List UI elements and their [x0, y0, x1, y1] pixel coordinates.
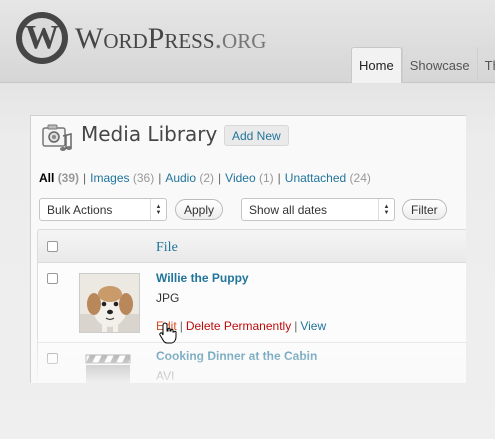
tab-home[interactable]: Home [351, 47, 402, 83]
filter-video[interactable]: Video (1) [225, 171, 274, 185]
media-file-type: AVI [156, 369, 175, 383]
tab-showcase[interactable]: Showcase [401, 47, 477, 83]
main-nav: Home Showcase Th [351, 47, 495, 83]
action-separator: | [294, 319, 298, 333]
filter-audio-label: Audio [165, 171, 197, 185]
filter-images-count: (36) [132, 171, 155, 185]
table-header: File [37, 229, 466, 263]
add-new-button[interactable]: Add New [224, 125, 289, 146]
wordmark-suffix: .org [214, 22, 267, 55]
filter-images[interactable]: Images (36) [90, 171, 154, 185]
filter-all-count: (39) [57, 171, 80, 185]
filter-button[interactable]: Filter [402, 199, 447, 220]
delete-permanently-link[interactable]: Delete Permanently [186, 319, 291, 333]
filter-audio-count: (2) [199, 171, 215, 185]
site-header: W WordPress.org Home Showcase Th [0, 0, 495, 83]
filter-all[interactable]: All (39) [39, 171, 79, 185]
column-file[interactable]: File [156, 240, 178, 256]
video-clapper-icon[interactable] [82, 351, 138, 383]
tab-themes[interactable]: Th [476, 47, 495, 83]
row-checkbox[interactable] [47, 353, 58, 364]
media-thumbnail[interactable] [79, 273, 140, 333]
filter-separator: | [83, 171, 87, 185]
filter-images-label: Images [90, 171, 130, 185]
filter-separator: | [218, 171, 222, 185]
apply-button[interactable]: Apply [175, 199, 224, 220]
filter-unattached[interactable]: Unattached (24) [285, 171, 371, 185]
site-wordmark[interactable]: WordPress.org [75, 22, 266, 56]
media-file-type: JPG [156, 291, 180, 305]
wordmark-main: WordPress [75, 22, 215, 55]
bulk-actions-value: Bulk Actions [47, 202, 113, 217]
page-title: Media Library [81, 122, 218, 146]
filter-unattached-label: Unattached [284, 171, 347, 185]
row-checkbox[interactable] [47, 273, 58, 284]
media-title-link[interactable]: Cooking Dinner at the Cabin [156, 349, 317, 363]
media-library-icon [42, 124, 72, 151]
wordpress-logo-icon[interactable]: W [16, 12, 68, 64]
media-title-link[interactable]: Willie the Puppy [156, 271, 249, 285]
table-row: Cooking Dinner at the Cabin AVI [37, 343, 466, 383]
filter-video-label: Video [225, 171, 256, 185]
filter-video-count: (1) [259, 171, 274, 185]
filter-all-label: All [39, 171, 55, 185]
media-library-panel: Media Library Add New All (39) | Images (3… [30, 115, 466, 383]
logo-letter: W [20, 16, 64, 60]
action-separator: | [179, 319, 183, 333]
filter-audio[interactable]: Audio (2) [165, 171, 214, 185]
filter-separator: | [277, 171, 281, 185]
filter-separator: | [158, 171, 162, 185]
row-actions: Edit|Delete Permanently|View [156, 319, 326, 333]
puppy-thumbnail-image [80, 274, 139, 332]
select-arrows-icon: ▲ ▼ [150, 199, 166, 220]
select-all-checkbox[interactable] [47, 241, 58, 252]
filter-unattached-count: (24) [349, 171, 371, 185]
date-filter-value: Show all dates [249, 202, 328, 217]
date-filter-select[interactable]: Show all dates ▲ ▼ [241, 198, 395, 221]
bulk-actions-select[interactable]: Bulk Actions ▲ ▼ [39, 198, 167, 221]
table-row: Willie the Puppy JPG Edit|Delete Permane… [37, 263, 466, 343]
hand-pointer-cursor-icon [159, 322, 177, 344]
select-arrows-icon: ▲ ▼ [378, 199, 394, 220]
media-type-filters: All (39) | Images (36) | Audio (2) | Video (1)… [39, 171, 371, 185]
view-link[interactable]: View [300, 319, 326, 333]
